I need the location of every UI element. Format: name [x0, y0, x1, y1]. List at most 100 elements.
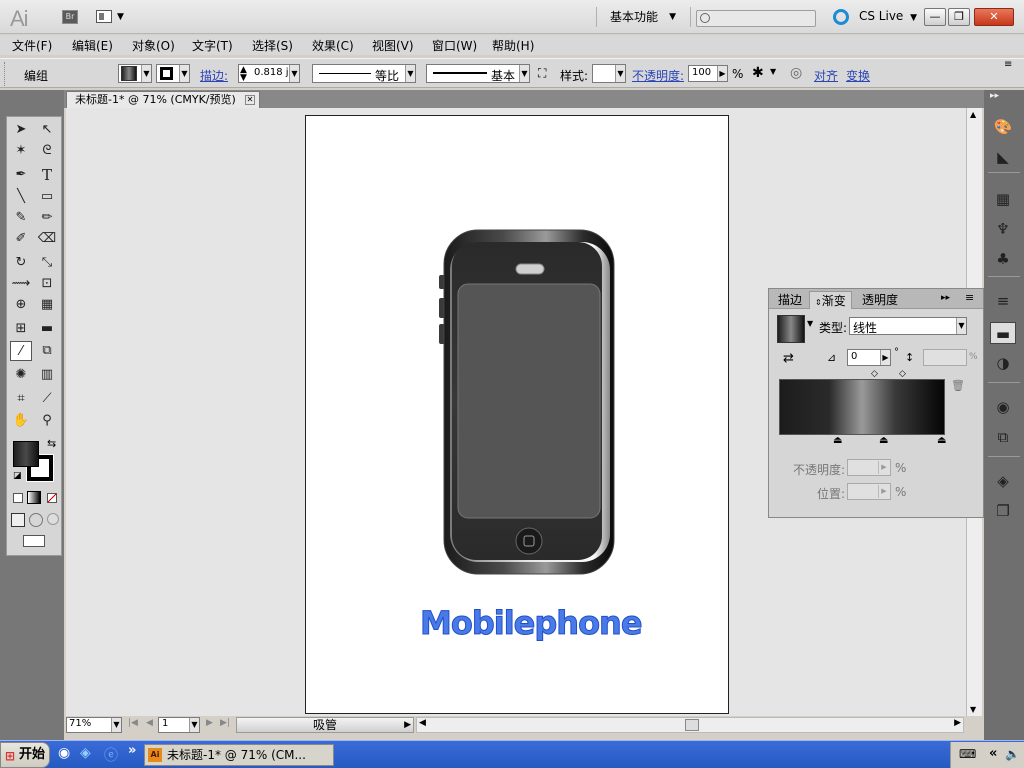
change-screen-mode-icon[interactable]: [23, 535, 45, 547]
chevron-down-icon[interactable]: ▼: [807, 319, 813, 328]
bridge-button[interactable]: Br: [62, 10, 78, 24]
layers-panel-icon[interactable]: ◈: [990, 470, 1016, 492]
artwork-title-text[interactable]: Mobilephone: [420, 604, 644, 643]
global-edit-icon[interactable]: ⛶: [538, 66, 546, 81]
color-stop-icon[interactable]: ⏏: [833, 435, 842, 446]
ie-quicklaunch-icon[interactable]: ⓔ: [104, 745, 118, 765]
gradient-mode-icon[interactable]: [27, 491, 41, 504]
artboard-tool-icon[interactable]: ⌗: [10, 389, 32, 409]
recolor-artwork-icon[interactable]: ✱: [752, 65, 764, 81]
scroll-thumb[interactable]: [685, 719, 699, 731]
chevron-down-icon[interactable]: ▼: [770, 67, 776, 76]
menu-object[interactable]: 对象(O): [132, 37, 175, 54]
appearance-panel-icon[interactable]: ◉: [990, 396, 1016, 418]
symbols-icon[interactable]: ♣: [990, 248, 1016, 270]
menu-type[interactable]: 文字(T): [192, 37, 233, 54]
gradient-preview-swatch[interactable]: [777, 315, 805, 343]
mesh-tool-icon[interactable]: ⊞: [10, 319, 32, 339]
current-tool-status[interactable]: 吸管 ▶: [236, 717, 414, 733]
transparency-panel-icon[interactable]: ◑: [990, 352, 1016, 374]
perspective-grid-tool-icon[interactable]: ▦: [36, 295, 58, 315]
first-artboard-icon[interactable]: |◀: [128, 718, 138, 728]
tab-stroke[interactable]: 描边: [773, 291, 807, 309]
zoom-level-dropdown[interactable]: 71% ▼: [66, 717, 122, 733]
color-guide-icon[interactable]: ◣: [990, 146, 1016, 168]
graphic-style-dropdown[interactable]: ▼: [592, 64, 626, 83]
free-transform-tool-icon[interactable]: ⊡: [36, 274, 58, 294]
blend-tool-icon[interactable]: ⧉: [36, 341, 58, 361]
gradient-tool-icon[interactable]: ▬: [36, 319, 58, 339]
column-graph-tool-icon[interactable]: ▥: [36, 365, 58, 385]
eraser-tool-icon[interactable]: ⌫: [36, 229, 58, 249]
stroke-weight-field[interactable]: ▲ ▼ 0.818 j ▼: [238, 64, 300, 83]
magic-wand-tool-icon[interactable]: ✶: [10, 141, 32, 161]
direct-selection-tool-icon[interactable]: ↖: [36, 120, 58, 140]
panel-grip[interactable]: [4, 62, 8, 86]
swatches-icon[interactable]: ▦: [990, 188, 1016, 210]
panel-menu-icon[interactable]: ≡: [1004, 59, 1012, 70]
artboard-number-dropdown[interactable]: 1 ▼: [158, 717, 200, 733]
menu-window[interactable]: 窗口(W): [432, 37, 477, 54]
opacity-field[interactable]: 100 ▶: [688, 65, 728, 82]
angle-field[interactable]: 0 ▶: [847, 349, 891, 366]
stepper-arrows-icon[interactable]: ▲ ▼: [240, 66, 247, 83]
document-tab[interactable]: 未标题-1* @ 71% (CMYK/预览) ✕: [66, 91, 260, 108]
menu-view[interactable]: 视图(V): [372, 37, 414, 54]
workspace-switcher[interactable]: 基本功能 ▼: [604, 8, 688, 26]
brush-definition-dropdown[interactable]: 基本 ▼: [426, 64, 530, 83]
line-segment-tool-icon[interactable]: ╲: [10, 187, 32, 207]
mobilephone-artwork[interactable]: [438, 228, 618, 578]
fill-color-dropdown[interactable]: ▼: [118, 64, 152, 83]
tray-expand-icon[interactable]: «: [989, 746, 997, 761]
tab-transparency[interactable]: 透明度: [857, 291, 903, 309]
scroll-down-icon[interactable]: ▼: [970, 705, 976, 714]
menu-file[interactable]: 文件(F): [12, 37, 52, 54]
selection-tool-icon[interactable]: ➤: [10, 120, 32, 140]
scroll-left-icon[interactable]: ◀: [419, 718, 426, 728]
draw-normal-icon[interactable]: [11, 513, 25, 527]
menu-help[interactable]: 帮助(H): [492, 37, 534, 54]
width-tool-icon[interactable]: ⟿: [10, 274, 32, 294]
expand-panels-icon[interactable]: ▸▸: [990, 91, 999, 101]
cs-live-menu[interactable]: CS Live ▼: [859, 9, 917, 23]
artboards-panel-icon[interactable]: ❐: [990, 500, 1016, 522]
default-fill-stroke-icon[interactable]: ◪: [13, 471, 22, 481]
paintbrush-tool-icon[interactable]: ✎: [10, 208, 32, 228]
menu-effect[interactable]: 效果(C): [312, 37, 354, 54]
draw-behind-icon[interactable]: [29, 513, 43, 527]
close-tab-icon[interactable]: ✕: [245, 95, 255, 105]
quicklaunch-overflow-icon[interactable]: »: [128, 743, 136, 758]
lasso-tool-icon[interactable]: ᘓ: [36, 141, 58, 161]
blob-brush-tool-icon[interactable]: ✐: [10, 229, 32, 249]
horizontal-scrollbar[interactable]: ◀ ▶: [416, 717, 964, 733]
rotate-tool-icon[interactable]: ↻: [10, 253, 32, 273]
symbol-sprayer-tool-icon[interactable]: ✺: [10, 365, 32, 385]
browser-quicklaunch-icon[interactable]: ◉: [58, 745, 70, 761]
rectangle-tool-icon[interactable]: ▭: [36, 187, 58, 207]
brushes-icon[interactable]: ♆: [990, 218, 1016, 240]
scroll-up-icon[interactable]: ▲: [970, 110, 976, 119]
tab-gradient[interactable]: ⇕渐变: [809, 291, 852, 309]
slice-tool-icon[interactable]: ⟋: [36, 389, 58, 409]
type-tool-icon[interactable]: T: [36, 165, 58, 185]
midpoint-marker-icon[interactable]: ◇: [899, 369, 906, 379]
stroke-panel-icon[interactable]: ≡: [990, 290, 1016, 312]
pencil-tool-icon[interactable]: ✏: [36, 208, 58, 228]
scale-tool-icon[interactable]: ⤡: [36, 253, 58, 273]
shape-builder-tool-icon[interactable]: ⊕: [10, 295, 32, 315]
none-mode-icon[interactable]: [47, 493, 57, 503]
app-quicklaunch-icon[interactable]: ◈: [80, 745, 91, 761]
menu-edit[interactable]: 编辑(E): [72, 37, 113, 54]
arrange-documents-button[interactable]: ▼: [96, 9, 128, 25]
graphic-styles-icon[interactable]: ⧉: [990, 426, 1016, 448]
delete-stop-icon[interactable]: 🗑: [951, 379, 965, 392]
color-panel-icon[interactable]: 🎨: [990, 116, 1016, 138]
fill-color-box[interactable]: [13, 441, 39, 467]
gradient-type-select[interactable]: 线性 ▼: [849, 317, 967, 335]
zoom-tool-icon[interactable]: ⚲: [36, 411, 58, 431]
stroke-color-dropdown[interactable]: ▼: [156, 64, 190, 83]
swap-fill-stroke-icon[interactable]: ⇆: [47, 437, 56, 450]
start-button[interactable]: ⊞ 开始: [0, 742, 50, 768]
color-stop-icon[interactable]: ⏏: [879, 435, 888, 446]
midpoint-marker-icon[interactable]: ◇: [871, 369, 878, 379]
